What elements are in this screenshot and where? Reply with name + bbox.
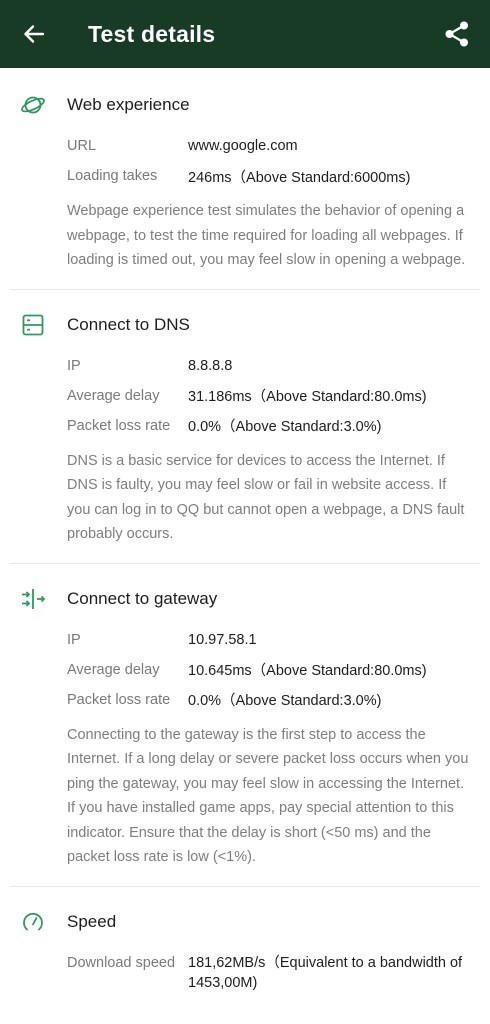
section-header: Speed [23, 896, 472, 948]
speedometer-icon [23, 912, 43, 930]
gateway-arrows-icon [22, 588, 46, 609]
row-label: URL [67, 138, 97, 154]
row-label: Packet loss rate [67, 417, 171, 434]
server-icon [22, 314, 44, 335]
web-experience-section: Web experience URL www.google.com Loadin… [0, 68, 490, 273]
row-value: 181,62MB/s（Equivalent to a bandwidth of … [188, 954, 463, 991]
row-value: 0.0%（Above Standard:3.0%) [188, 693, 382, 709]
planet-icon [21, 96, 45, 114]
average-delay-row: Average delay 10.645ms（Above Standard:80… [67, 655, 472, 685]
dns-section: Connect to DNS IP 8.8.8.8 Average delay … [0, 290, 490, 547]
speed-section: Speed Download speed 181,62MB/s（Equivale… [0, 887, 490, 993]
arrow-left-icon [24, 25, 45, 43]
section-description: Webpage experience test simulates the be… [67, 203, 466, 268]
section-description: Connecting to the gateway is the first s… [67, 726, 469, 866]
share-icon [445, 21, 468, 47]
url-row: URL www.google.com [67, 131, 472, 161]
row-value: 31.186ms（Above Standard:80.0ms) [188, 389, 427, 405]
section-title: Connect to gateway [67, 588, 218, 608]
row-value: 0.0%（Above Standard:3.0%) [188, 419, 382, 435]
details-content: Web experience URL www.google.com Loadin… [0, 68, 490, 993]
app-bar: Test details [0, 0, 490, 68]
row-label: Download speed [67, 954, 176, 971]
page-title: Test details [88, 20, 216, 47]
download-speed-row: Download speed 181,62MB/s（Equivalent to … [67, 948, 472, 993]
section-title: Connect to DNS [67, 314, 190, 334]
row-label: IP [67, 357, 81, 374]
ip-row: IP 8.8.8.8 [67, 351, 472, 381]
back-button[interactable] [0, 0, 68, 68]
packet-loss-row: Packet loss rate 0.0%（Above Standard:3.0… [67, 411, 472, 441]
gateway-section: Connect to gateway IP 10.97.58.1 Average… [0, 564, 490, 870]
row-label: IP [67, 631, 81, 648]
row-label: Average delay [67, 387, 160, 404]
row-value: www.google.com [188, 138, 298, 154]
section-description: DNS is a basic service for devices to ac… [67, 452, 465, 543]
row-label: Average delay [67, 661, 160, 678]
row-value: 10.97.58.1 [188, 631, 257, 648]
section-header: Connect to gateway [22, 573, 472, 625]
share-button[interactable] [440, 17, 474, 51]
loading-time-row: Loading takes 246ms（Above Standard:6000m… [67, 161, 472, 191]
section-title: Web experience [67, 95, 190, 114]
ip-row: IP 10.97.58.1 [67, 625, 472, 655]
average-delay-row: Average delay 31.186ms（Above Standard:80… [67, 381, 472, 411]
section-header: Connect to DNS [22, 299, 472, 351]
section-title: Speed [67, 911, 117, 931]
row-value: 246ms（Above Standard:6000ms) [188, 169, 411, 186]
packet-loss-row: Packet loss rate 0.0%（Above Standard:3.0… [67, 685, 472, 715]
row-value: 8.8.8.8 [188, 357, 233, 374]
section-header: Web experience [21, 79, 472, 131]
row-label: Loading takes [67, 168, 158, 184]
row-label: Packet loss rate [67, 691, 171, 708]
row-value: 10.645ms（Above Standard:80.0ms) [188, 663, 427, 679]
